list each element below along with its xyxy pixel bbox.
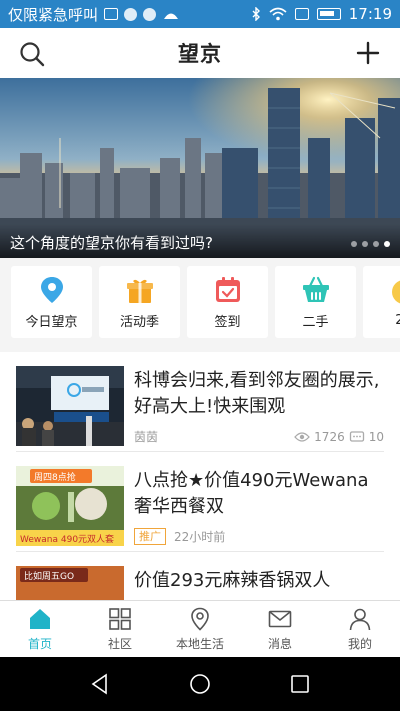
carousel-dot[interactable] [362,241,368,247]
back-icon[interactable] [89,673,111,695]
feed-author: 茵茵 [134,430,159,444]
coin-icon [391,280,400,303]
home-circle-icon[interactable] [189,673,211,695]
thumbnail-caption-text: Wewana 490元双人套 [20,533,114,545]
quick-entry-label: 今日望京 [25,314,78,330]
carousel-dot-active[interactable] [384,241,390,247]
tab-label: 首页 [27,636,52,651]
tab-local-life[interactable]: 本地生活 [160,601,240,657]
plus-icon[interactable] [354,39,382,67]
location-pin-icon [191,607,209,631]
banner-caption: 这个角度的望京你有看到过吗? [0,224,400,258]
tab-me[interactable]: 我的 [320,601,400,657]
eye-icon [294,431,311,442]
tab-label: 消息 [267,636,292,651]
tab-label: 社区 [107,636,132,651]
recents-icon[interactable] [289,673,311,695]
tab-label: 本地生活 [175,636,224,651]
feed-item[interactable]: 比如周五GO 价值293元麻辣香锅双人 [16,552,384,600]
carousel-dot[interactable] [373,241,379,247]
quick-entry-event-season[interactable]: 活动季 [99,266,180,338]
person-icon [349,608,371,630]
feed-thumbnail [16,366,124,446]
sim-icon [294,8,309,20]
view-count: 1726 [314,429,345,444]
promo-tag: 推广 [134,528,166,545]
news-feed: 科博会归来,看到邻友圈的展示,好高大上!快来围观 茵茵 1726 10 周四8点… [0,352,400,600]
notification-icons [104,7,180,21]
carousel-dot[interactable] [351,241,357,247]
clock: 17:19 [348,5,392,23]
feed-item[interactable]: 周四8点抢 Wewana 490元双人套 八点抢★价值490元Wewana奢华西… [16,452,384,552]
bluetooth-icon [252,7,260,21]
quick-entry-label: 活动季 [119,314,159,330]
comment-count: 10 [368,429,384,444]
system-nav-bar [0,657,400,711]
page-title: 望京 [178,42,222,66]
image-notification-icon [104,8,119,20]
android-notification-icon [164,13,179,19]
quick-entry-today-wangjing[interactable]: 今日望京 [11,266,92,338]
mail-icon [268,610,292,627]
grid-icon [109,607,131,630]
carousel-indicator [351,241,390,247]
banner-carousel[interactable]: 这个角度的望京你有看到过吗? [0,78,400,258]
quick-entry-label: 二手 [302,314,329,330]
quick-entry-label: 28 [395,312,400,328]
carrier-text: 仅限紧急呼叫 [8,5,99,24]
location-pin-icon [40,276,63,303]
quick-entry-second-hand[interactable]: 二手 [275,266,356,338]
app-header: 望京 [0,28,400,78]
feed-headline: 价值293元麻辣香锅双人 [134,570,331,591]
home-icon [30,608,50,629]
feed-time: 22小时前 [174,530,226,544]
basket-icon [302,276,329,302]
quick-entry-checkin[interactable]: 签到 [187,266,268,338]
tab-community[interactable]: 社区 [80,601,160,657]
tab-messages[interactable]: 消息 [240,601,320,657]
battery-icon [316,8,341,20]
comment-icon [349,430,364,442]
app-notification-icon-2 [143,7,157,21]
status-bar: 仅限紧急呼叫 17:19 [0,0,400,28]
quick-entry-more[interactable]: 28 [363,266,400,338]
feed-thumbnail: 比如周五GO [16,566,124,600]
quick-entry-row: 今日望京 活动季 签到 二手 28 [0,258,400,344]
thumbnail-promo-text: 周四8点抢 [34,471,76,483]
app-notification-icon [124,7,138,21]
feed-headline: 八点抢★价值490元Wewana奢华西餐双 [134,470,369,517]
tab-label: 我的 [347,636,372,651]
calendar-check-icon [215,276,240,302]
gift-icon [126,279,153,303]
tab-home[interactable]: 首页 [0,601,80,657]
feed-item[interactable]: 科博会归来,看到邻友圈的展示,好高大上!快来围观 茵茵 1726 10 [16,352,384,452]
feed-headline: 科博会归来,看到邻友圈的展示,好高大上!快来围观 [134,370,380,417]
wifi-icon [269,7,287,21]
thumbnail-promo-text: 比如周五GO [24,570,74,582]
feed-thumbnail: 周四8点抢 Wewana 490元双人套 [16,466,124,546]
quick-entry-label: 签到 [214,314,241,330]
search-icon[interactable] [18,40,46,68]
bottom-tab-bar: 首页 社区 本地生活 消息 我的 [0,600,400,657]
